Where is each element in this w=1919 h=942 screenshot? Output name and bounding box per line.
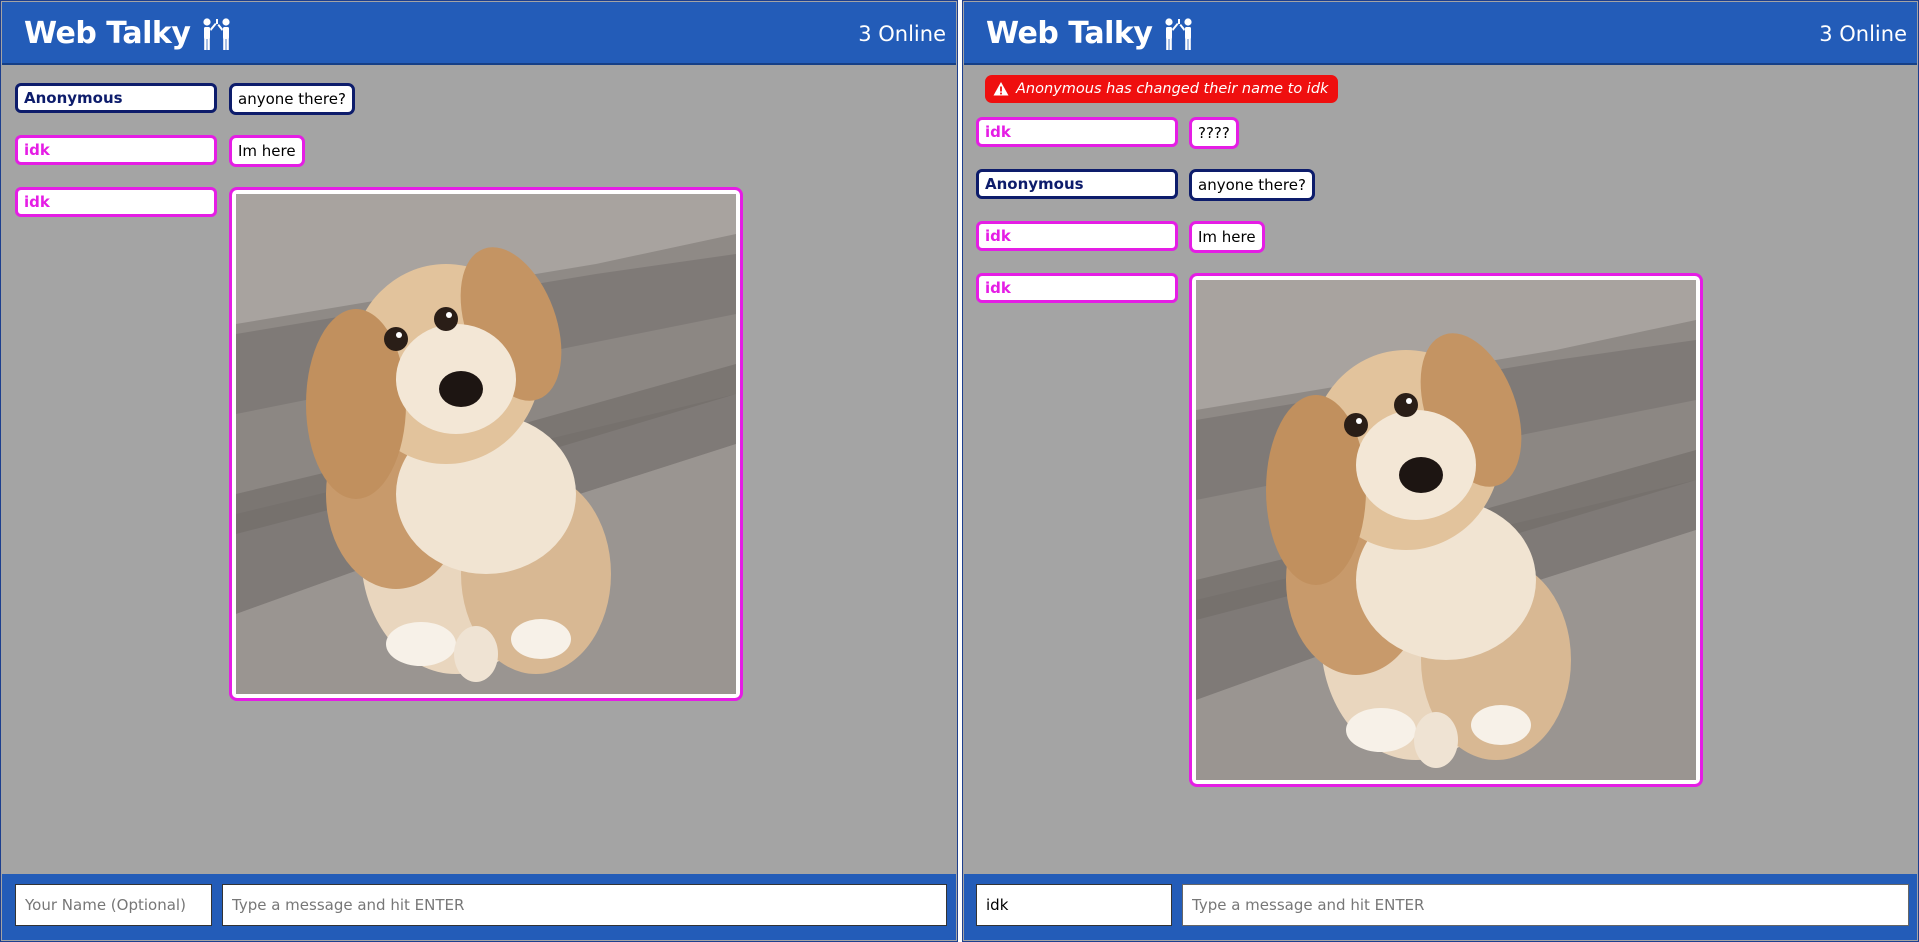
message-input[interactable] [222,884,947,926]
message-input[interactable] [1182,884,1909,926]
chat-window-left: Web Talky 3 Online Anonymous anyone ther… [0,0,958,942]
message-bubble: anyone there? [229,83,355,115]
message-author: idk [15,187,217,217]
puppy-photo [1196,280,1696,780]
online-count: 3 Online [858,22,946,46]
message-bubble: Im here [1189,221,1265,253]
message-bubble: anyone there? [1189,169,1315,201]
name-change-notice: Anonymous has changed their name to idk [985,75,1339,103]
message-author: idk [976,221,1178,251]
chat-window-right: Web Talky 3 Online Anonymous has changed… [962,0,1919,942]
message-bubble: Im here [229,135,305,167]
app-title: Web Talky [24,16,191,51]
app-header: Web Talky 3 Online [2,2,956,65]
message-image[interactable] [1189,273,1703,787]
message-author: idk [976,117,1178,147]
name-input[interactable] [15,884,212,926]
notice-text: Anonymous has changed their name to idk [1016,81,1329,97]
online-count: 3 Online [1819,22,1907,46]
app-brand: Web Talky [986,16,1196,51]
composer-bar [2,874,956,940]
talky-logo-icon [1162,17,1196,51]
composer-bar [964,874,1917,940]
app-header: Web Talky 3 Online [964,2,1917,65]
name-input[interactable] [976,884,1172,926]
app-title: Web Talky [986,16,1153,51]
warning-icon [993,81,1009,97]
app-brand: Web Talky [24,16,234,51]
message-author: idk [15,135,217,165]
message-author: Anonymous [15,83,217,113]
message-author: idk [976,273,1178,303]
message-image[interactable] [229,187,743,701]
message-bubble: ???? [1189,117,1239,149]
puppy-photo [236,194,736,694]
talky-logo-icon [200,17,234,51]
message-author: Anonymous [976,169,1178,199]
